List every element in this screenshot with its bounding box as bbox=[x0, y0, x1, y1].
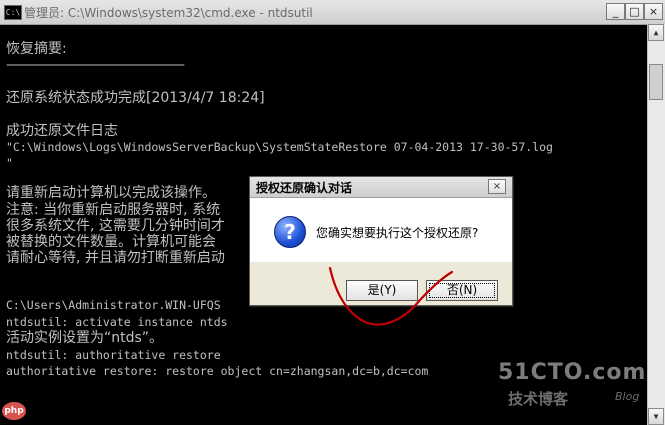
watermark-blog: 技术博客 bbox=[508, 390, 569, 408]
watermark-site: 51CTO.com bbox=[498, 360, 647, 385]
watermark-blog-en: Blog bbox=[615, 390, 640, 403]
php-logo: php bbox=[2, 402, 26, 420]
